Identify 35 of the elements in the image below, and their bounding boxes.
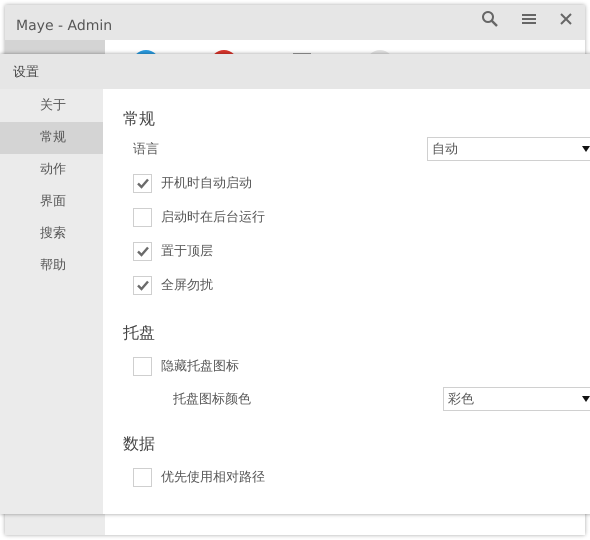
checkbox-label: 启动时在后台运行 [161,209,265,226]
dropdown[interactable]: 彩色 [443,387,590,411]
nav-item[interactable]: 常规 [0,122,103,154]
checkbox-label: 开机时自动启动 [161,175,252,192]
checkbox-label: 全屏勿扰 [161,277,213,294]
close-icon[interactable] [559,12,573,26]
dropdown[interactable]: 自动 [427,137,590,161]
nav-item[interactable]: 搜索 [0,218,103,250]
nav-item[interactable]: 界面 [0,186,103,218]
check-icon [136,176,150,190]
checkbox[interactable] [133,276,152,294]
section-heading: 数据 [123,433,156,455]
search-icon[interactable] [481,10,499,28]
field-label: 语言 [133,141,159,158]
check-icon [136,278,150,292]
checkbox-label: 置于顶层 [161,243,213,260]
checkbox-label: 优先使用相对路径 [161,469,265,486]
menu-icon[interactable] [521,12,537,26]
dialog-title: 设置 [13,64,39,80]
section-heading: 常规 [123,108,156,130]
checkbox[interactable] [133,208,152,226]
caret-icon [582,396,590,402]
checkbox-label: 隐藏托盘图标 [161,358,239,375]
field-label: 托盘图标颜色 [173,391,251,408]
nav-item[interactable]: 帮助 [0,250,103,282]
checkbox[interactable] [133,174,152,192]
checkbox[interactable] [133,356,152,376]
checkbox[interactable] [133,468,152,486]
caret-icon [582,146,590,152]
check-icon [136,244,150,258]
checkbox[interactable] [133,242,152,260]
section-heading: 托盘 [123,322,156,344]
nav-item[interactable]: 关于 [0,90,103,122]
window-title: Maye - Admin [16,18,112,34]
nav-item[interactable]: 动作 [0,154,103,186]
